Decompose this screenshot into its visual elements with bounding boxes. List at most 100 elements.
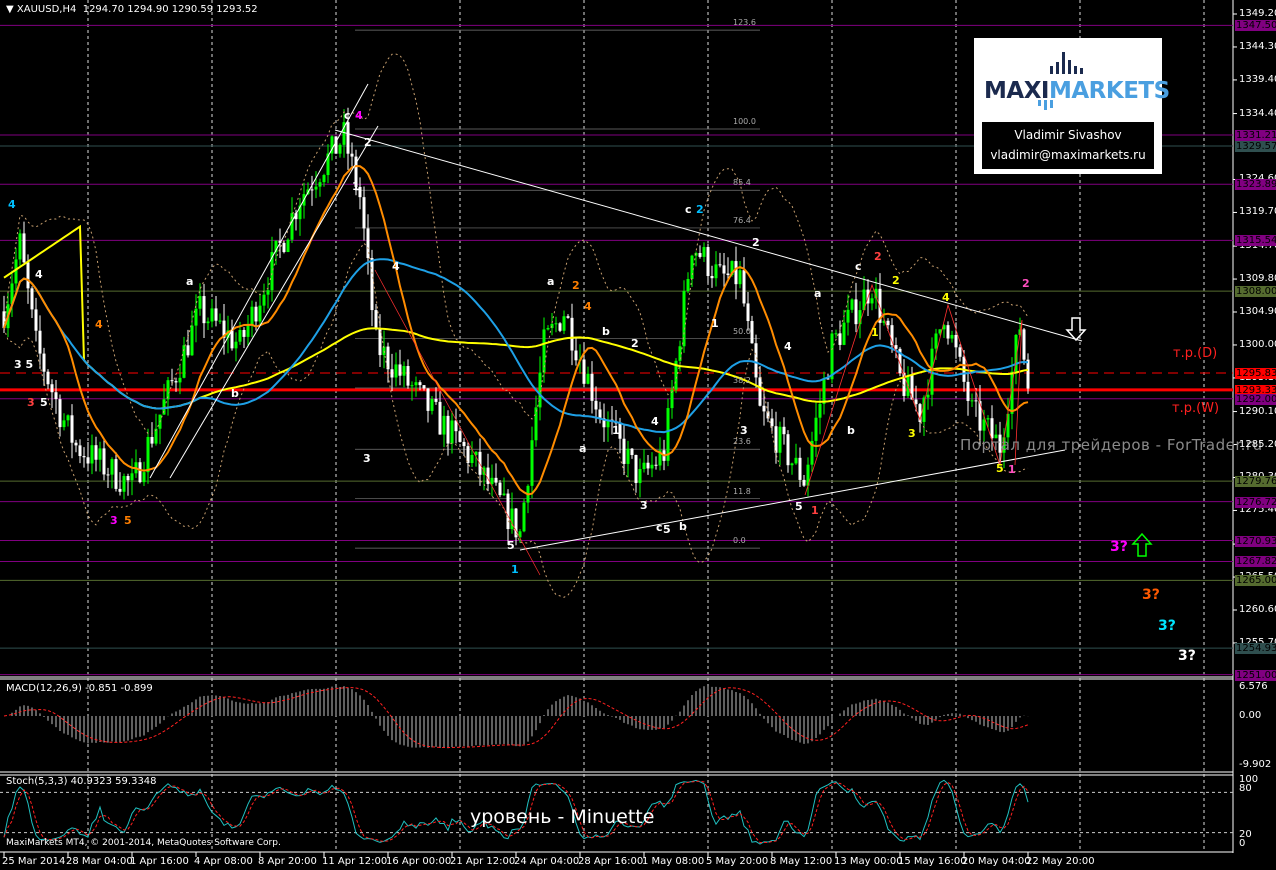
level-price-tag: 1292.00 [1235,393,1276,405]
candle [594,400,598,410]
candle [502,493,506,496]
candle [738,270,742,285]
level-price-tag: 1251.00 [1235,669,1276,681]
candle [318,182,322,187]
macd-tick-label: 0.00 [1239,710,1262,721]
candle [854,299,858,325]
candle [170,380,174,382]
x-tick-label: 1 May 08:00 [642,856,705,867]
y-tick-label: 1260.60 [1239,604,1276,615]
candle [78,445,82,457]
candle [546,328,550,330]
stoch-tick-label: 80 [1239,783,1252,794]
channel-line [149,83,369,479]
wave-line [374,269,541,576]
target-wave-label: 3? [1110,539,1128,555]
level-price-tag: 1276.72 [1235,496,1276,508]
macd-label: MACD(12,26,9) -0.851 -0.899 [6,683,153,694]
level-price-tag: 1270.93 [1235,535,1276,547]
wave-label: 2 [364,136,372,149]
candle [946,325,950,339]
candle [310,189,314,191]
wave-label: 1 [612,424,620,437]
level-price-tag: 1254.93 [1235,643,1276,655]
level-price-tag: 1279.76 [1235,476,1276,488]
candle [562,316,566,331]
candle [970,400,974,402]
candle [98,448,102,460]
candle [414,382,418,386]
candle [798,457,802,480]
candle [450,420,454,444]
candle [426,388,430,411]
wave-label: 4 [584,300,592,313]
candle [758,377,762,406]
chart-header: ▼ XAUUSD,H4 1294.70 1294.90 1290.59 1293… [6,4,258,15]
wave-label: 2 [752,236,760,249]
candle [742,270,746,304]
candle [94,445,98,460]
wave-label: b [847,424,855,437]
candle [574,350,578,361]
candle [702,247,706,257]
stoch-tick-label: 0 [1239,838,1246,849]
candle [82,456,86,458]
candle [390,369,394,378]
candle [202,296,206,324]
candle [442,415,446,435]
candle [1022,329,1026,360]
macd-tick-label: 6.576 [1239,681,1268,692]
brand-text: MAXIMARKETS [984,78,1170,104]
candle [638,469,642,484]
candle [110,459,114,475]
wave-label: 4 [392,260,400,273]
y-tick-label: 1349.20 [1239,8,1276,19]
candle [566,316,570,318]
fib-label: 11.8 [733,486,751,496]
candle [838,333,842,345]
candle [530,440,534,486]
fib-label: 85.4 [733,178,751,188]
candle [430,398,434,411]
candle [138,462,142,483]
candle [406,366,410,386]
candle [966,381,970,401]
wave-level-caption: уровень - Minuette [470,806,655,828]
candle [718,264,722,266]
candle [266,290,270,295]
level-price-tag: 1267.82 [1235,556,1276,568]
watermark: Портал для трейдеров - ForTrader.ru [960,436,1263,454]
wave-label: 3 [27,396,35,409]
candle [714,264,718,279]
candle [522,502,526,532]
level-price-tag: 1347.50 [1235,20,1276,32]
wave-label: 4 [942,291,950,304]
wave-label: 2 [1022,277,1030,290]
candle [118,488,122,492]
y-tick-label: 1319.70 [1239,206,1276,218]
candle [894,345,898,349]
candle [74,442,78,446]
candle [922,397,926,422]
wave-label: 5 [663,523,671,536]
wave-label: 5 [996,462,1004,475]
menu-triangle-icon[interactable]: ▼ [6,4,14,15]
candle [886,320,890,326]
candle [338,144,342,154]
candle [234,341,238,349]
candle [586,373,590,384]
candle [402,366,406,376]
candle [850,299,854,310]
wave-label: a [579,442,587,455]
y-tick-label: 1339.40 [1239,73,1276,85]
candle [42,353,46,372]
x-tick-label: 1 Apr 16:00 [130,856,189,867]
candle [374,310,378,329]
candle [18,233,22,260]
candle [558,323,562,331]
candle [166,380,170,400]
bollinger-upper [3,53,1029,435]
candle [218,320,222,322]
candle [846,309,850,323]
author-email[interactable]: vladimir@maximarkets.ru [982,145,1154,165]
